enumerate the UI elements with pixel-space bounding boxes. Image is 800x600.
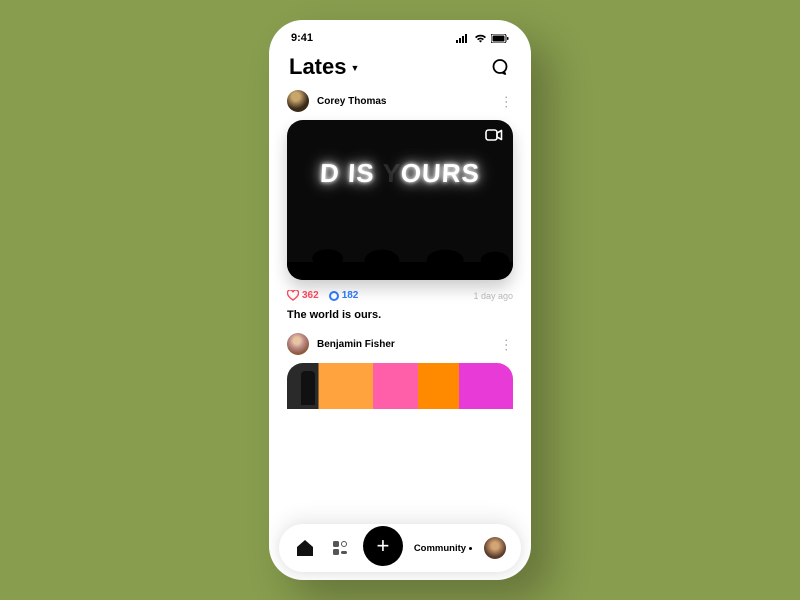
plus-icon: + xyxy=(376,533,389,559)
feed[interactable]: Corey Thomas ⋯ D IS YOURS 362 xyxy=(269,90,531,580)
feed-title: Lates xyxy=(289,54,346,80)
post-header: Corey Thomas ⋯ xyxy=(287,90,513,112)
notification-dot xyxy=(469,547,472,550)
home-icon xyxy=(295,539,315,557)
wifi-icon xyxy=(474,34,487,43)
heart-icon xyxy=(287,290,299,301)
phone-frame: 9:41 Lates ▼ Corey Thomas ⋯ xyxy=(269,20,531,580)
discover-tab[interactable] xyxy=(328,536,352,560)
post-more-button[interactable]: ⋯ xyxy=(498,338,515,351)
avatar xyxy=(287,333,309,355)
home-tab[interactable] xyxy=(293,536,317,560)
profile-tab[interactable] xyxy=(483,536,507,560)
tab-bar: + Community xyxy=(279,524,521,572)
signal-icon xyxy=(456,34,470,43)
grid-icon xyxy=(333,541,347,555)
chevron-down-icon: ▼ xyxy=(350,63,359,73)
comment-count: 182 xyxy=(342,290,359,301)
post-header: Benjamin Fisher ⋯ xyxy=(287,333,513,355)
post-author[interactable]: Benjamin Fisher xyxy=(287,333,395,355)
chat-icon xyxy=(491,58,509,76)
header: Lates ▼ xyxy=(269,48,531,90)
post-caption: The world is ours. xyxy=(287,309,513,321)
post-media[interactable] xyxy=(287,363,513,409)
comment-icon xyxy=(329,291,339,301)
comment-button[interactable]: 182 xyxy=(329,290,359,301)
avatar xyxy=(287,90,309,112)
community-label: Community xyxy=(414,543,466,554)
like-count: 362 xyxy=(302,290,319,301)
status-time: 9:41 xyxy=(291,32,313,44)
author-name: Corey Thomas xyxy=(317,96,386,107)
profile-avatar xyxy=(484,537,506,559)
community-tab[interactable]: Community xyxy=(414,536,472,560)
post-author[interactable]: Corey Thomas xyxy=(287,90,386,112)
add-button[interactable]: + xyxy=(363,526,403,566)
status-bar: 9:41 xyxy=(269,20,531,48)
post-media[interactable]: D IS YOURS xyxy=(287,120,513,280)
author-name: Benjamin Fisher xyxy=(317,339,395,350)
post: Corey Thomas ⋯ D IS YOURS 362 xyxy=(287,90,513,321)
silhouettes xyxy=(287,232,513,280)
feed-title-dropdown[interactable]: Lates ▼ xyxy=(289,54,359,80)
video-icon xyxy=(485,128,503,142)
post-time: 1 day ago xyxy=(473,291,513,301)
post-more-button[interactable]: ⋯ xyxy=(498,95,515,108)
post-meta: 362 182 1 day ago xyxy=(287,290,513,301)
post: Benjamin Fisher ⋯ xyxy=(287,333,513,409)
neon-text: D IS YOURS xyxy=(287,158,513,189)
post-stats: 362 182 xyxy=(287,290,358,301)
messages-button[interactable] xyxy=(489,56,511,78)
like-button[interactable]: 362 xyxy=(287,290,319,301)
status-indicators xyxy=(456,34,509,43)
battery-icon xyxy=(491,34,509,43)
